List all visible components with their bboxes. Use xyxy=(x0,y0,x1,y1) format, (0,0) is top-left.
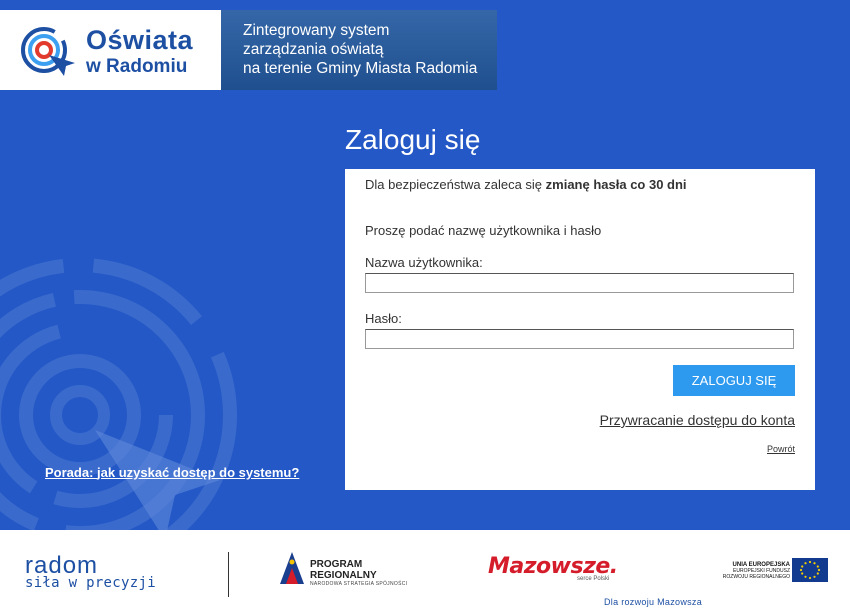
system-tagline: Zintegrowany system zarządzania oświatą … xyxy=(221,10,497,90)
username-label: Nazwa użytkownika: xyxy=(365,255,483,270)
radom-logo-icon: radom xyxy=(25,554,98,576)
brand-name: Oświata w Radomiu xyxy=(86,25,194,77)
brand-name-line1: Oświata xyxy=(86,25,194,55)
page-title: Zaloguj się xyxy=(345,124,481,155)
mazowsze-subtitle: serce Polski xyxy=(577,576,610,582)
password-label: Hasło: xyxy=(365,311,402,326)
password-field[interactable] xyxy=(365,329,794,349)
program-strategy: NARODOWA STRATEGIA SPÓJNOŚCI xyxy=(310,581,408,587)
footer-divider xyxy=(228,552,229,597)
access-hint-link[interactable]: jak uzyskać dostęp do systemu? xyxy=(97,465,299,480)
login-button[interactable]: ZALOGUJ SIĘ xyxy=(673,365,795,396)
login-panel: Dla bezpieczeństwa zaleca się zmianę has… xyxy=(345,169,815,490)
tagline-line: Zintegrowany system xyxy=(243,22,390,39)
brand-name-line2: w Radomiu xyxy=(86,56,188,77)
target-logo-icon xyxy=(21,27,75,76)
access-hint-prefix: Porada: xyxy=(45,465,98,480)
radom-logo-text: radom xyxy=(25,554,98,576)
access-hint: Porada: jak uzyskać dostęp do systemu? xyxy=(45,465,299,480)
login-prompt: Proszę podać nazwę użytkownika i hasło xyxy=(365,223,602,238)
program-regionalny-text: PROGRAM REGIONALNY xyxy=(310,559,377,581)
security-notice-emphasis: zmianę hasła co 30 dni xyxy=(545,177,687,192)
program-line2: REGIONALNY xyxy=(310,570,377,581)
tagline-line: na terenie Gminy Miasta Radomia xyxy=(243,60,478,77)
program-line1: PROGRAM xyxy=(310,559,363,570)
restore-access-link[interactable]: Przywracanie dostępu do konta xyxy=(600,412,795,428)
mazowsze-slogan: Dla rozwoju Mazowsza xyxy=(604,597,703,607)
footer-sponsors: radom siła w precyzji PROGRAM REGIONALNY… xyxy=(0,530,850,609)
program-regionalny-logo-icon xyxy=(278,550,306,586)
tagline-line: zarządzania oświatą xyxy=(243,41,384,58)
security-notice: Dla bezpieczeństwa zaleca się zmianę has… xyxy=(365,177,687,192)
eu-text: UNIA EUROPEJSKA EUROPEJSKI FUNDUSZ ROZWO… xyxy=(718,562,790,580)
radom-slogan: siła w precyzji xyxy=(25,575,156,591)
eu-flag-icon xyxy=(792,558,828,582)
target-cursor-watermark-icon xyxy=(0,258,237,530)
eu-line3: ROZWOJU REGIONALNEGO xyxy=(722,574,790,580)
security-notice-text: Dla bezpieczeństwa zaleca się xyxy=(365,177,546,192)
username-field[interactable] xyxy=(365,273,794,293)
brand-logo: Oświata w Radomiu xyxy=(0,10,221,90)
back-link[interactable]: Powrót xyxy=(767,444,795,454)
